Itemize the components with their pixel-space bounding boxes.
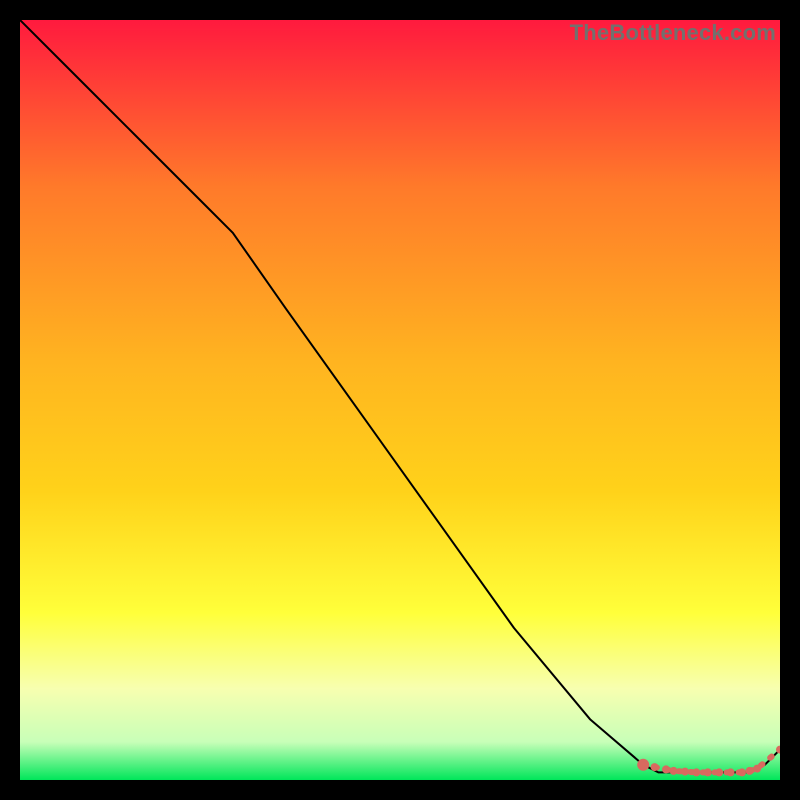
marker-dot xyxy=(681,768,689,776)
chart-svg xyxy=(20,20,780,780)
marker-dot xyxy=(715,768,723,776)
marker-dot xyxy=(727,768,735,776)
marker-dot xyxy=(670,767,678,775)
marker-dot xyxy=(651,763,659,771)
marker-dot xyxy=(738,768,746,776)
watermark-label: TheBottleneck.com xyxy=(570,20,776,46)
marker-dot xyxy=(662,765,670,773)
marker-dot xyxy=(746,767,754,775)
marker-dot xyxy=(692,768,700,776)
marker-dot xyxy=(704,768,712,776)
marker-dot xyxy=(637,759,649,771)
marker-dot xyxy=(753,765,761,773)
chart-frame: TheBottleneck.com xyxy=(20,20,780,780)
